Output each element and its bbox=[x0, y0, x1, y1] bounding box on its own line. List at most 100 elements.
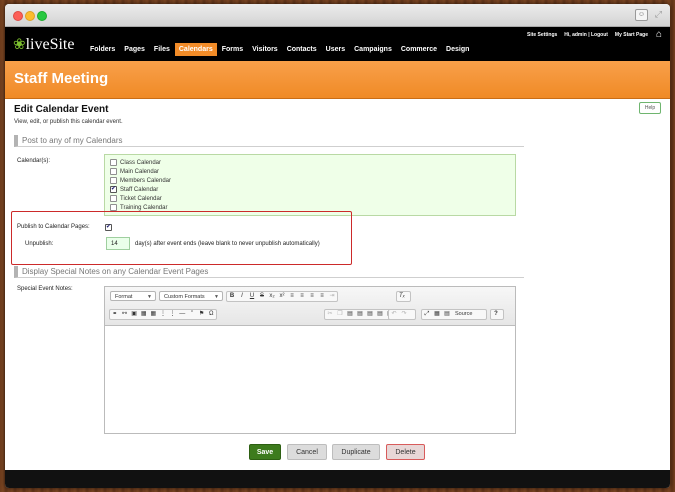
menu-item-commerce[interactable]: Commerce bbox=[397, 43, 441, 56]
subscript-icon[interactable]: x₂ bbox=[267, 292, 277, 301]
menu-item-pages[interactable]: Pages bbox=[120, 43, 149, 56]
calendar-option-main[interactable]: Main Calendar bbox=[110, 168, 159, 175]
window-titlebar: ☺ ⤢ bbox=[5, 4, 670, 27]
horizontal-rule-icon[interactable]: — bbox=[177, 310, 187, 319]
browser-window: ☺ ⤢ ❀liveSite Folders Pages Files Calend… bbox=[5, 4, 670, 488]
checkbox[interactable] bbox=[110, 159, 117, 166]
notes-section-heading: Display Special Notes on any Calendar Ev… bbox=[14, 266, 524, 278]
align-left-icon[interactable]: ≡ bbox=[287, 292, 297, 301]
menu-item-campaigns[interactable]: Campaigns bbox=[350, 43, 396, 56]
history-group: ↶ ↷ bbox=[388, 309, 416, 320]
person-icon[interactable]: ☺ bbox=[635, 9, 648, 21]
strikethrough-icon[interactable]: S bbox=[257, 292, 267, 301]
editor-toolbar: Format ▼ Custom Formats ▼ B I U S x₂ x² ≡ … bbox=[105, 287, 515, 326]
menu-item-design[interactable]: Design bbox=[442, 43, 473, 56]
bold-icon[interactable]: B bbox=[227, 292, 237, 301]
publish-label: Publish to Calendar Pages: bbox=[17, 224, 90, 230]
about-group: ? bbox=[490, 309, 504, 320]
remove-format-icon[interactable]: Tₓ bbox=[397, 292, 407, 301]
copy-icon[interactable]: ❐ bbox=[335, 310, 345, 319]
unlink-icon[interactable]: ⚯ bbox=[120, 310, 130, 319]
home-icon[interactable]: ⌂ bbox=[656, 30, 662, 40]
insert-group: ⚭ ⚯ ▣ ▦ ▦ ⋮ ⋮ — ” ⚑ Ω bbox=[109, 309, 217, 320]
italic-icon[interactable]: I bbox=[237, 292, 247, 301]
calendar-option-training[interactable]: Training Calendar bbox=[110, 204, 167, 211]
special-character-icon[interactable]: Ω bbox=[206, 310, 216, 319]
numbered-list-icon[interactable]: ⋮ bbox=[168, 310, 178, 319]
checkbox[interactable] bbox=[110, 204, 117, 211]
clear-format-group: Tₓ bbox=[396, 291, 411, 302]
source-code-icon[interactable]: ▤ bbox=[442, 310, 452, 319]
unpublish-label: Unpublish: bbox=[25, 241, 54, 247]
calendar-option-staff[interactable]: ✔ Staff Calendar bbox=[110, 186, 158, 193]
checkbox-checked[interactable]: ✔ bbox=[110, 186, 117, 193]
delete-button[interactable]: Delete bbox=[386, 444, 425, 460]
site-settings-link[interactable]: Site Settings bbox=[527, 32, 557, 38]
anchor-flag-icon[interactable]: ⚑ bbox=[197, 310, 207, 319]
menu-item-files[interactable]: Files bbox=[150, 43, 174, 56]
link-icon[interactable]: ⚭ bbox=[110, 310, 120, 319]
rich-text-editor: Format ▼ Custom Formats ▼ B I U S x₂ x² ≡ … bbox=[104, 286, 516, 434]
align-center-icon[interactable]: ≡ bbox=[297, 292, 307, 301]
superscript-icon[interactable]: x² bbox=[277, 292, 287, 301]
save-button[interactable]: Save bbox=[249, 444, 281, 460]
maximize-icon[interactable]: ⤢ bbox=[422, 310, 432, 319]
align-right-icon[interactable]: ≡ bbox=[307, 292, 317, 301]
post-section-heading: Post to any of my Calendars bbox=[14, 135, 524, 147]
table-icon[interactable]: ▦ bbox=[149, 310, 159, 319]
dropdown-arrow-icon: ▼ bbox=[214, 294, 219, 300]
media-icon[interactable]: ▦ bbox=[139, 310, 149, 319]
special-notes-label: Special Event Notes: bbox=[17, 286, 73, 292]
menu-item-folders[interactable]: Folders bbox=[86, 43, 119, 56]
minimize-window-button[interactable] bbox=[25, 11, 35, 21]
calendar-option-class[interactable]: Class Calendar bbox=[110, 159, 161, 166]
banner-title: Staff Meeting bbox=[14, 70, 109, 87]
image-icon[interactable]: ▣ bbox=[129, 310, 139, 319]
underline-icon[interactable]: U bbox=[247, 292, 257, 301]
close-window-button[interactable] bbox=[13, 11, 23, 21]
cancel-button[interactable]: Cancel bbox=[287, 444, 327, 460]
dropdown-arrow-icon: ▼ bbox=[147, 294, 152, 300]
site-logo[interactable]: ❀liveSite bbox=[13, 35, 74, 54]
checkbox[interactable] bbox=[110, 195, 117, 202]
greeting-logout-link[interactable]: Hi, admin | Logout bbox=[564, 32, 608, 38]
custom-formats-dropdown[interactable]: Custom Formats ▼ bbox=[159, 291, 223, 301]
checkbox[interactable] bbox=[110, 168, 117, 175]
my-start-page-link[interactable]: My Start Page bbox=[615, 32, 648, 38]
expand-arrows-icon[interactable]: ⤢ bbox=[655, 9, 662, 19]
select-all-icon[interactable]: ▤ bbox=[375, 310, 385, 319]
unpublish-days-input[interactable]: 14 bbox=[106, 237, 130, 250]
redo-icon[interactable]: ↷ bbox=[399, 310, 409, 319]
indent-icon[interactable]: ⇥ bbox=[327, 292, 337, 301]
show-blocks-icon[interactable]: ▦ bbox=[432, 310, 442, 319]
checkbox[interactable] bbox=[110, 177, 117, 184]
publish-checkbox[interactable]: ✔ bbox=[105, 224, 112, 231]
calendars-label: Calendar(s): bbox=[17, 158, 51, 164]
menu-item-forms[interactable]: Forms bbox=[218, 43, 247, 56]
text-style-group: B I U S x₂ x² ≡ ≡ ≡ ≡ ⇥ bbox=[226, 291, 338, 302]
paste-text-icon[interactable]: ▤ bbox=[355, 310, 365, 319]
menu-item-calendars[interactable]: Calendars bbox=[174, 43, 217, 56]
help-button[interactable]: Help bbox=[639, 102, 661, 114]
calendar-option-members[interactable]: Members Calendar bbox=[110, 177, 171, 184]
page-title: Edit Calendar Event bbox=[14, 104, 109, 115]
calendar-option-ticket[interactable]: Ticket Calendar bbox=[110, 195, 162, 202]
menu-item-users[interactable]: Users bbox=[322, 43, 349, 56]
format-dropdown[interactable]: Format ▼ bbox=[110, 291, 156, 301]
duplicate-button[interactable]: Duplicate bbox=[332, 444, 380, 460]
bulleted-list-icon[interactable]: ⋮ bbox=[158, 310, 168, 319]
menu-item-contacts[interactable]: Contacts bbox=[283, 43, 321, 56]
justify-icon[interactable]: ≡ bbox=[317, 292, 327, 301]
menu-item-visitors[interactable]: Visitors bbox=[248, 43, 282, 56]
calendars-checklist: Class Calendar Main Calendar Members Cal… bbox=[104, 154, 516, 216]
unpublish-hint: day(s) after event ends (leave blank to … bbox=[135, 241, 320, 247]
paste-word-icon[interactable]: ▤ bbox=[365, 310, 375, 319]
cut-icon[interactable]: ✂ bbox=[325, 310, 335, 319]
help-question-icon[interactable]: ? bbox=[491, 310, 501, 319]
zoom-window-button[interactable] bbox=[37, 11, 47, 21]
blockquote-icon[interactable]: ” bbox=[187, 310, 197, 319]
top-links: Site Settings Hi, admin | Logout My Star… bbox=[527, 32, 648, 38]
paste-icon[interactable]: ▤ bbox=[345, 310, 355, 319]
undo-icon[interactable]: ↶ bbox=[389, 310, 399, 319]
source-button[interactable]: Source bbox=[452, 310, 475, 319]
